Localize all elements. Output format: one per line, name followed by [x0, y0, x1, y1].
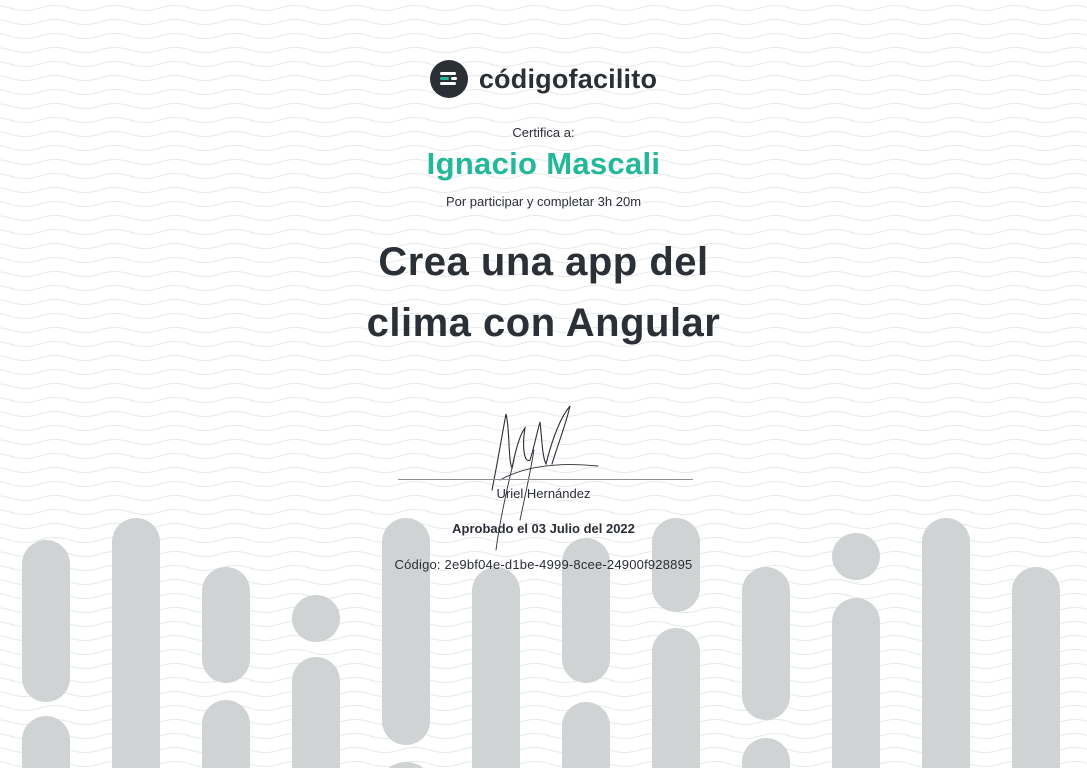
brand-name: códigofacilito	[478, 63, 658, 94]
brand-header: códigofacilito	[0, 60, 1087, 98]
approval-date: Aprobado el 03 Julio del 2022	[452, 521, 635, 536]
certifies-label: Certifica a:	[512, 125, 575, 140]
student-name: Ignacio Mascali	[426, 146, 661, 181]
signature-line	[398, 479, 693, 480]
participation-text: Por participar y completar 3h 20m	[445, 194, 642, 209]
codigofacilito-logo-icon	[429, 60, 468, 98]
course-title-line-1: Crea una app del	[378, 240, 709, 284]
certificate: códigofacilito Certifica a: Ignacio Masc…	[0, 0, 1087, 768]
course-title: Crea una app del clima con Angular	[0, 232, 1087, 354]
signer-name: Uriel Hernández	[496, 486, 591, 501]
course-title-line-2: clima con Angular	[366, 301, 721, 345]
certificate-code: Código: 2e9bf04e-d1be-4999-8cee-24900f92…	[394, 557, 693, 572]
